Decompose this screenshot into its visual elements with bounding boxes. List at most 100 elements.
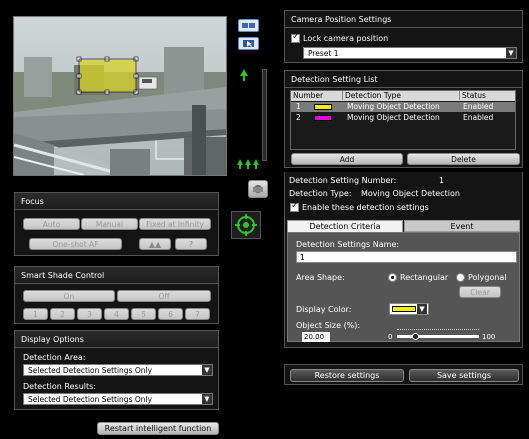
rectangular-radio[interactable] — [388, 273, 397, 282]
shade-level-button-3[interactable]: 3 — [77, 308, 102, 320]
lock-camera-checkbox[interactable] — [291, 32, 300, 43]
area-shape-label: Area Shape: — [296, 273, 345, 282]
focus-fixed-infinity-button[interactable]: Fixed at Infinity — [139, 218, 211, 230]
shade-level-button-5[interactable]: 5 — [131, 308, 156, 320]
polygonal-label: Polygonal — [468, 273, 507, 282]
snapshot-icon[interactable] — [238, 19, 259, 32]
camera-position-panel: Camera Position Settings Lock camera pos… — [284, 10, 523, 63]
smart-shade-title: Smart Shade Control — [15, 267, 218, 284]
slider-thumb[interactable] — [412, 333, 419, 340]
mountain-icon: ▲▲ — [148, 240, 162, 249]
object-size-label: Object Size (%): — [296, 321, 361, 330]
focus-help-button[interactable]: ? — [175, 238, 207, 250]
save-settings-button[interactable]: Save settings — [409, 369, 519, 382]
row-number: 1 — [296, 102, 301, 111]
display-options-title: Display Options — [15, 331, 218, 348]
row-number: 2 — [296, 113, 301, 122]
table-row[interactable]: 2 Moving Object Detection Enabled — [291, 113, 515, 123]
chevron-down-icon: ▼ — [202, 394, 212, 404]
smart-shade-panel: Smart Shade Control On Off 1234567 — [14, 266, 219, 324]
shade-level-button-6[interactable]: 6 — [158, 308, 183, 320]
one-shot-wb-icon[interactable] — [248, 180, 268, 198]
preset-value: Preset 1 — [308, 49, 339, 58]
select-pointer-icon[interactable] — [238, 37, 259, 50]
shade-level-button-2[interactable]: 2 — [50, 308, 75, 320]
slider-track — [397, 335, 479, 338]
settings-name-input[interactable]: 1 — [296, 251, 517, 263]
restore-settings-button[interactable]: Restore settings — [290, 369, 404, 382]
rectangular-label: Rectangular — [400, 273, 449, 282]
focus-auto-button[interactable]: Auto — [23, 218, 80, 230]
focus-near-button[interactable]: ▲▲ — [139, 238, 171, 250]
zoom-wide-icon — [237, 159, 259, 169]
tab-criteria-label: Detection Criteria — [309, 222, 381, 231]
detection-settings-panel: Detection Setting Number: 1 Detection Ty… — [284, 172, 523, 348]
one-shot-af-button[interactable]: One-shot AF — [29, 238, 122, 250]
column-number: Number — [293, 91, 324, 100]
table-header: Number Detection Type Status — [291, 91, 515, 101]
tab-event-label: Event — [450, 222, 474, 231]
clear-button[interactable]: Clear — [459, 286, 501, 298]
tab-detection-criteria[interactable]: Detection Criteria — [287, 220, 403, 232]
detection-table: Number Detection Type Status 1 Moving Ob… — [290, 90, 516, 150]
row-type: Moving Object Detection — [347, 102, 440, 111]
camera-position-title: Camera Position Settings — [285, 11, 522, 28]
detection-results-label: Detection Results: — [23, 382, 96, 391]
display-color-picker[interactable]: ▼ — [389, 303, 429, 315]
object-size-value: 20.00 — [304, 333, 325, 341]
focus-manual-button[interactable]: Manual — [81, 218, 138, 230]
tab-event[interactable]: Event — [404, 220, 520, 232]
auto-focus-target-icon[interactable] — [231, 211, 261, 239]
detection-area-select[interactable]: Selected Detection Settings Only ▼ — [23, 364, 213, 376]
enable-detection-checkbox[interactable] — [290, 201, 299, 212]
bottom-buttons-panel: Restore settings Save settings — [284, 364, 523, 385]
table-row[interactable]: 1 Moving Object Detection Enabled — [291, 102, 515, 112]
preset-select[interactable]: Preset 1 ▼ — [303, 47, 517, 59]
focus-panel: Focus Auto Manual Fixed at Infinity One-… — [14, 192, 219, 256]
row-color-swatch — [314, 115, 332, 121]
display-options-panel: Display Options Detection Area: Selected… — [14, 330, 219, 410]
chevron-down-icon: ▼ — [202, 365, 212, 375]
detection-results-value: Selected Detection Settings Only — [28, 395, 153, 404]
setting-number-value: 1 — [439, 176, 445, 185]
object-size-slider[interactable] — [397, 329, 479, 340]
slider-min-label: 0 — [388, 333, 393, 341]
camera-view-frame — [13, 16, 227, 176]
object-size-input[interactable]: 20.00 — [302, 332, 330, 342]
enable-detection-label: Enable these detection settings — [302, 203, 429, 212]
display-color-label: Display Color: — [296, 305, 352, 314]
detection-list-panel: Detection Setting List Number Detection … — [284, 70, 523, 168]
criteria-content: Detection Settings Name: 1 Area Shape: R… — [287, 232, 520, 342]
display-color-swatch — [392, 306, 416, 312]
shade-level-button-4[interactable]: 4 — [104, 308, 129, 320]
setting-number-label: Detection Setting Number: — [289, 176, 397, 185]
camera-view-image[interactable] — [14, 17, 226, 175]
chevron-down-icon: ▼ — [417, 304, 427, 314]
shade-level-button-1[interactable]: 1 — [23, 308, 48, 320]
focus-title: Focus — [15, 193, 218, 210]
detection-area-label: Detection Area: — [23, 353, 86, 362]
zoom-tele-icon — [239, 69, 249, 81]
question-icon: ? — [188, 240, 194, 249]
detection-type-value: Moving Object Detection — [361, 189, 460, 198]
row-color-swatch — [314, 104, 332, 110]
restart-intelligent-button[interactable]: Restart intelligent function — [97, 422, 219, 435]
row-type: Moving Object Detection — [347, 113, 440, 122]
settings-name-value: 1 — [300, 253, 305, 262]
detection-list-title: Detection Setting List — [285, 71, 522, 88]
detection-results-select[interactable]: Selected Detection Settings Only ▼ — [23, 393, 213, 405]
column-type: Detection Type — [342, 91, 401, 100]
delete-button[interactable]: Delete — [407, 153, 520, 165]
shade-on-button[interactable]: On — [23, 290, 115, 302]
add-button[interactable]: Add — [291, 153, 403, 165]
column-status: Status — [459, 91, 486, 100]
detection-area-value: Selected Detection Settings Only — [28, 366, 153, 375]
polygonal-radio[interactable] — [456, 273, 465, 282]
shade-level-button-7[interactable]: 7 — [185, 308, 210, 320]
chevron-down-icon: ▼ — [506, 48, 516, 58]
slider-ticks — [397, 329, 479, 332]
detection-type-label: Detection Type: — [289, 189, 352, 198]
shade-off-button[interactable]: Off — [117, 290, 211, 302]
row-status: Enabled — [463, 102, 494, 111]
zoom-slider-track[interactable] — [262, 69, 267, 161]
